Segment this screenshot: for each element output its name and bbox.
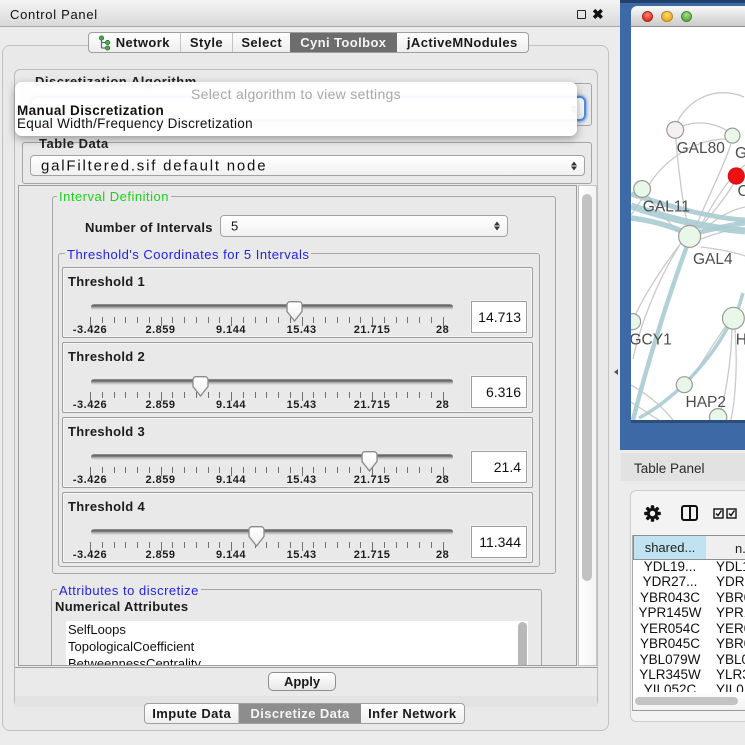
svg-text:GAL4: GAL4 bbox=[693, 251, 733, 268]
svg-text:GCY1: GCY1 bbox=[631, 332, 672, 349]
svg-text:GAL11: GAL11 bbox=[643, 199, 690, 216]
svg-text:GAL80: GAL80 bbox=[677, 140, 726, 157]
svg-text:HAP2: HAP2 bbox=[686, 394, 727, 411]
svg-text:C: C bbox=[738, 183, 745, 200]
svg-text:GA: GA bbox=[735, 145, 745, 162]
svg-text:H: H bbox=[736, 332, 745, 349]
